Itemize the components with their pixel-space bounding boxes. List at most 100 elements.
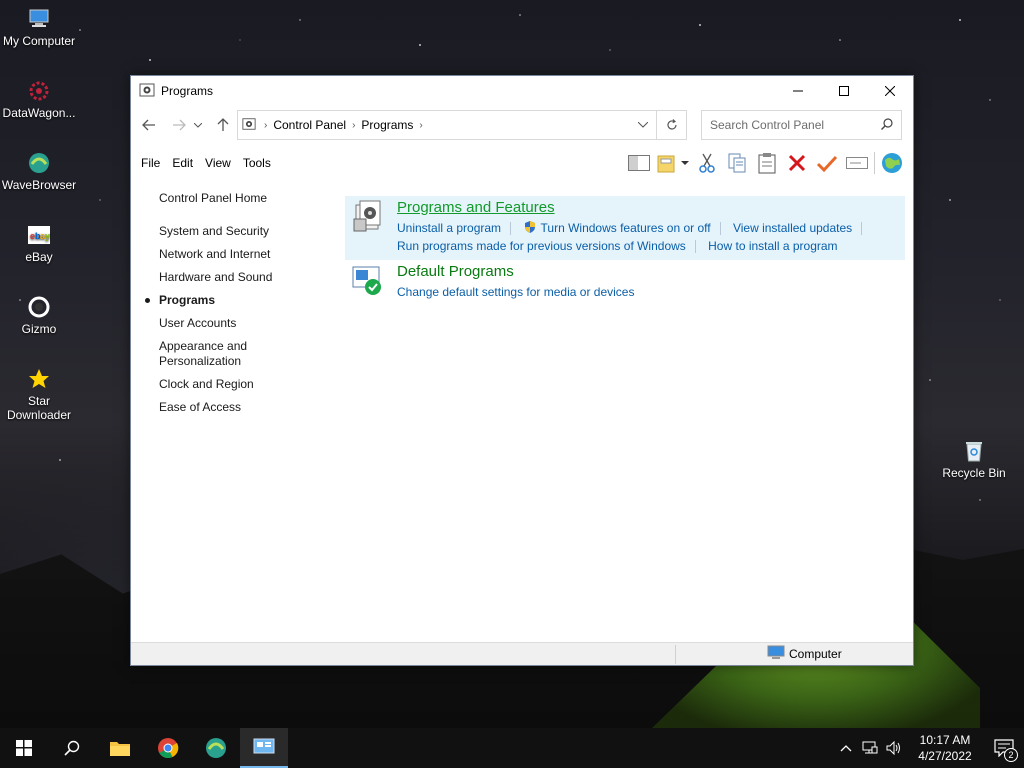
- desktop-icon-label: Gizmo: [21, 322, 57, 336]
- nav-control-panel-home[interactable]: Control Panel Home: [159, 191, 339, 206]
- nav-ease-of-access[interactable]: Ease of Access: [159, 400, 339, 415]
- nav-clock-and-region[interactable]: Clock and Region: [159, 377, 339, 392]
- default-programs-icon: [351, 263, 387, 299]
- nav-appearance-and-personalization[interactable]: Appearance and Personalization: [159, 339, 259, 369]
- action-center-button[interactable]: 2: [984, 728, 1024, 768]
- file-explorer-icon: [110, 742, 130, 756]
- close-button[interactable]: [867, 76, 913, 106]
- run-older-programs-link[interactable]: Run programs made for previous versions …: [397, 239, 686, 253]
- back-button[interactable]: [137, 113, 161, 137]
- desktop-icon-wavebrowser[interactable]: WaveBrowser: [1, 150, 77, 192]
- search-box[interactable]: [701, 110, 902, 140]
- search-taskbar-button[interactable]: [48, 728, 96, 768]
- menu-edit[interactable]: Edit: [166, 152, 199, 174]
- address-bar[interactable]: › Control Panel › Programs ›: [237, 110, 687, 140]
- control-panel-icon: [242, 117, 256, 134]
- desktop-icon-label: Recycle Bin: [942, 466, 1006, 480]
- maximize-button[interactable]: [821, 76, 867, 106]
- menu-tools[interactable]: Tools: [237, 152, 277, 174]
- turn-windows-features-link[interactable]: Turn Windows features on or off: [541, 221, 711, 235]
- breadcrumb-separator-icon[interactable]: ›: [264, 120, 267, 131]
- network-button[interactable]: [877, 149, 907, 177]
- how-to-install-program-link[interactable]: How to install a program: [708, 239, 837, 253]
- status-bar: Computer: [131, 642, 913, 665]
- control-panel-window: Programs › Control Panel › Programs › Se…: [130, 75, 914, 666]
- up-button[interactable]: [211, 113, 235, 137]
- search-input[interactable]: [710, 118, 870, 132]
- properties-button[interactable]: [812, 149, 842, 177]
- breadcrumb-programs[interactable]: Programs: [361, 118, 413, 132]
- search-icon[interactable]: [881, 117, 893, 133]
- windows-logo-icon: [16, 740, 32, 756]
- network-tray-button[interactable]: [858, 741, 882, 755]
- breadcrumb-control-panel[interactable]: Control Panel: [273, 118, 346, 132]
- title-bar[interactable]: Programs: [131, 76, 913, 106]
- control-panel-taskbar-button[interactable]: [240, 728, 288, 768]
- cut-button[interactable]: [692, 149, 722, 177]
- minimize-button[interactable]: [775, 76, 821, 106]
- category-list: Programs and Features Uninstall a progra…: [345, 196, 905, 307]
- recent-locations-button[interactable]: [191, 113, 205, 137]
- datawagon-icon: [26, 78, 52, 104]
- delete-button[interactable]: [782, 149, 812, 177]
- wavebrowser-taskbar-button[interactable]: [192, 728, 240, 768]
- start-button[interactable]: [0, 728, 48, 768]
- clipboard-icon: [758, 153, 776, 174]
- speaker-icon: [886, 741, 900, 755]
- volume-tray-button[interactable]: [882, 741, 906, 755]
- desktop-icon-ebay[interactable]: ebay eBay: [1, 222, 77, 264]
- chrome-taskbar-button[interactable]: [144, 728, 192, 768]
- nav-user-accounts[interactable]: User Accounts: [159, 316, 339, 331]
- copy-button[interactable]: [722, 149, 752, 177]
- desktop-icon-star-downloader[interactable]: Star Downloader: [1, 366, 77, 422]
- forward-button[interactable]: [167, 113, 191, 137]
- preview-pane-button[interactable]: [624, 149, 654, 177]
- folder-icon: [657, 155, 675, 173]
- up-arrow-icon: [217, 118, 229, 131]
- file-explorer-taskbar-button[interactable]: [96, 728, 144, 768]
- menu-file[interactable]: File: [135, 152, 166, 174]
- chevron-down-icon: [681, 160, 689, 165]
- rename-button[interactable]: [842, 149, 872, 177]
- menu-view[interactable]: View: [199, 152, 237, 174]
- desktop-icon-label: Star Downloader: [6, 394, 72, 422]
- notification-count-badge: 2: [1004, 748, 1018, 762]
- nav-system-and-security[interactable]: System and Security: [159, 224, 339, 239]
- window-title: Programs: [161, 84, 214, 98]
- show-hidden-icons-button[interactable]: [834, 744, 858, 752]
- wavebrowser-icon: [26, 150, 52, 176]
- chrome-icon: [158, 738, 179, 759]
- desktop-icon-label: My Computer: [2, 34, 76, 48]
- paste-button[interactable]: [752, 149, 782, 177]
- preview-pane-icon: [628, 155, 650, 171]
- breadcrumb-separator-icon[interactable]: ›: [419, 120, 422, 131]
- forward-arrow-icon: [173, 119, 186, 131]
- gizmo-icon: [26, 294, 52, 320]
- programs-and-features-link[interactable]: Programs and Features: [397, 199, 871, 216]
- nav-network-and-internet[interactable]: Network and Internet: [159, 247, 339, 262]
- default-programs-link[interactable]: Default Programs: [397, 263, 634, 280]
- toolbar: [624, 148, 907, 178]
- rename-icon: [846, 157, 868, 169]
- nav-programs[interactable]: Programs: [145, 293, 339, 308]
- control-panel-icon: [139, 82, 155, 101]
- clock[interactable]: 10:17 AM 4/27/2022: [914, 732, 976, 764]
- desktop-icon-recycle-bin[interactable]: Recycle Bin: [936, 438, 1012, 480]
- desktop-icon-datawagon[interactable]: DataWagon...: [1, 78, 77, 120]
- views-button[interactable]: [654, 149, 692, 177]
- menu-bar: File Edit View Tools: [131, 148, 913, 178]
- nav-hardware-and-sound[interactable]: Hardware and Sound: [159, 270, 339, 285]
- address-dropdown-button[interactable]: [630, 111, 656, 139]
- checkmark-icon: [816, 155, 838, 172]
- view-installed-updates-link[interactable]: View installed updates: [733, 221, 852, 235]
- ebay-icon: ebay: [26, 222, 52, 248]
- desktop-icon-gizmo[interactable]: Gizmo: [1, 294, 77, 336]
- globe-icon: [882, 153, 902, 173]
- breadcrumb-separator-icon[interactable]: ›: [352, 120, 355, 131]
- uninstall-a-program-link[interactable]: Uninstall a program: [397, 221, 501, 235]
- back-arrow-icon: [142, 119, 155, 131]
- refresh-button[interactable]: [656, 111, 686, 139]
- desktop-icon-my-computer[interactable]: My Computer: [1, 6, 77, 48]
- change-default-settings-link[interactable]: Change default settings for media or dev…: [397, 285, 634, 299]
- refresh-icon: [666, 119, 677, 130]
